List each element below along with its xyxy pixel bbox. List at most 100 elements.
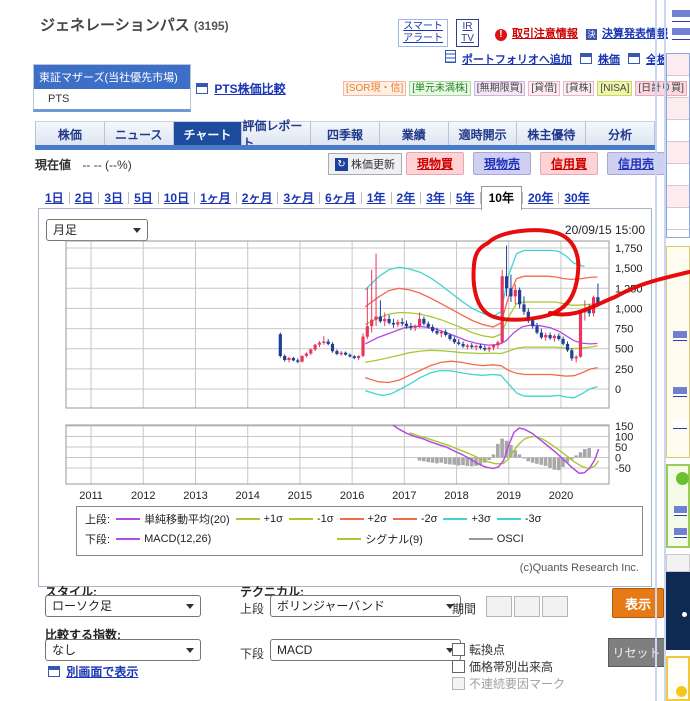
current-price-change: -- (--%): [94, 158, 132, 172]
tab-チャート[interactable]: チャート: [174, 122, 243, 146]
period-1ヶ月[interactable]: 1ヶ月: [195, 189, 236, 209]
svg-text:-50: -50: [615, 463, 631, 475]
period-1日[interactable]: 1日: [40, 189, 69, 209]
legend-item: -3σ: [497, 513, 542, 525]
period-input-2[interactable]: [514, 596, 540, 617]
compare-select[interactable]: なし: [45, 639, 201, 661]
document-icon: [445, 50, 456, 63]
trade-button-現物買[interactable]: 現物買: [406, 152, 464, 175]
period-10日[interactable]: 10日: [159, 189, 194, 209]
sidebar-row-partial: [667, 98, 689, 120]
legend-swatch: [393, 518, 417, 520]
period-30年[interactable]: 30年: [559, 189, 594, 209]
legend-swatch: [289, 518, 313, 520]
trade-button-現物売[interactable]: 現物売: [473, 152, 531, 175]
tab-業績[interactable]: 業績: [380, 122, 449, 146]
attribute-tag: [単元未満株]: [409, 81, 471, 96]
price-chart: 02505007501,0001,2501,5001,750-500501001…: [39, 237, 651, 505]
sidebar-gray-bar-partial: [666, 554, 690, 572]
period-2日[interactable]: 2日: [70, 189, 99, 209]
svg-text:250: 250: [615, 364, 633, 376]
period-2年[interactable]: 2年: [392, 189, 421, 209]
svg-text:2019: 2019: [497, 490, 521, 502]
svg-text:2017: 2017: [392, 490, 416, 502]
tab-ニュース[interactable]: ニュース: [105, 122, 174, 146]
attribute-tag: [貸借]: [528, 81, 560, 96]
legend-lower-label: 下段:: [85, 531, 110, 547]
refresh-quote-button[interactable]: ↻ 株価更新: [328, 153, 402, 175]
period-20年[interactable]: 20年: [523, 189, 558, 209]
period-6ヶ月[interactable]: 6ヶ月: [320, 189, 361, 209]
trade-buttons: 現物買現物売信用買信用売: [406, 152, 665, 175]
market-primary[interactable]: 東証マザーズ(当社優先市場): [34, 65, 190, 89]
legend-label: +2σ: [368, 513, 387, 525]
ir-tv-button[interactable]: IR TV: [456, 19, 479, 47]
zenban-link[interactable]: 全板: [628, 51, 668, 67]
style-select[interactable]: ローソク足: [45, 595, 201, 617]
legend-swatch: [116, 518, 140, 520]
popup-window-icon: [628, 53, 640, 64]
period-5年[interactable]: 5年: [451, 189, 480, 209]
refresh-icon: ↻: [335, 158, 348, 171]
sidebar-link-fragment[interactable]: [672, 28, 690, 40]
svg-text:2014: 2014: [235, 490, 259, 502]
legend-item: OSCI: [469, 533, 524, 545]
market-pts[interactable]: PTS: [34, 89, 190, 109]
portfolio-add-link[interactable]: ポートフォリオへ追加: [445, 50, 572, 67]
period-2ヶ月[interactable]: 2ヶ月: [237, 189, 278, 209]
trade-button-信用買[interactable]: 信用買: [540, 152, 598, 175]
period-3ヶ月[interactable]: 3ヶ月: [278, 189, 319, 209]
period-3年[interactable]: 3年: [421, 189, 450, 209]
sidebar-link-fragment[interactable]: [672, 10, 690, 22]
open-window-link[interactable]: 別画面で表示: [48, 663, 138, 680]
checkbox-価格帯別出来高[interactable]: 価格帯別出来高: [452, 658, 553, 675]
popup-window-icon: [580, 53, 592, 64]
svg-text:1,000: 1,000: [615, 303, 643, 315]
period-input-3[interactable]: [542, 596, 568, 617]
legend-item: 単純移動平均(20): [116, 511, 230, 527]
sidebar-row-partial: [667, 164, 689, 186]
svg-text:2015: 2015: [288, 490, 312, 502]
legend-label: +1σ: [264, 513, 283, 525]
svg-text:1,500: 1,500: [615, 263, 643, 275]
upper-indicator-select[interactable]: ボリンジャーバンド: [270, 595, 461, 617]
period-5日[interactable]: 5日: [129, 189, 158, 209]
attribute-tag: [NISA]: [597, 81, 632, 96]
smart-alert-button[interactable]: スマート アラート: [398, 19, 448, 47]
pts-compare-link[interactable]: PTS株価比較: [196, 80, 286, 97]
legend-upper-label: 上段:: [85, 511, 110, 527]
period-input-1[interactable]: [486, 596, 512, 617]
svg-text:1,750: 1,750: [615, 243, 643, 255]
checkbox-box[interactable]: [452, 660, 465, 673]
earnings-icon: 決: [586, 29, 597, 40]
tab-株主優待[interactable]: 株主優待: [517, 122, 586, 146]
legend-label: +3σ: [471, 513, 490, 525]
legend-label: OSCI: [497, 533, 524, 545]
legend-swatch: [469, 538, 493, 540]
checkbox-label: 不連続要因マーク: [469, 675, 565, 692]
svg-text:2012: 2012: [131, 490, 155, 502]
checkbox-転換点[interactable]: 転換点: [452, 641, 505, 658]
tab-株価[interactable]: 株価: [35, 122, 105, 146]
checkbox-box[interactable]: [452, 643, 465, 656]
legend-label: -1σ: [317, 513, 334, 525]
period-1年[interactable]: 1年: [362, 189, 391, 209]
svg-text:2011: 2011: [79, 490, 103, 502]
current-price-row: 現在値 -- -- (--%): [35, 156, 132, 173]
tab-評価レポート[interactable]: 評価レポート: [242, 122, 311, 146]
period-3日[interactable]: 3日: [99, 189, 128, 209]
svg-text:100: 100: [615, 432, 633, 444]
tab-分析[interactable]: 分析: [586, 122, 655, 146]
tab-適時開示[interactable]: 適時開示: [449, 122, 518, 146]
sidebar-row-partial: [667, 54, 689, 76]
sidebar-green-box-partial: [666, 464, 690, 548]
lower-indicator-select[interactable]: MACD: [270, 639, 461, 661]
svg-text:1,250: 1,250: [615, 283, 643, 295]
kabuka-link[interactable]: 株価: [580, 51, 620, 67]
legend-swatch: [340, 518, 364, 520]
period-selector: 1日2日3日5日10日1ヶ月2ヶ月3ヶ月6ヶ月1年2年3年5年10年20年30年: [40, 188, 595, 209]
caution-link[interactable]: ! 取引注意情報: [495, 25, 578, 41]
period-10年[interactable]: 10年: [481, 186, 522, 210]
tab-四季報[interactable]: 四季報: [311, 122, 380, 146]
header-links: スマート アラート IR TV ! 取引注意情報 決 決算発表情報 ポートフォリ…: [378, 19, 668, 70]
